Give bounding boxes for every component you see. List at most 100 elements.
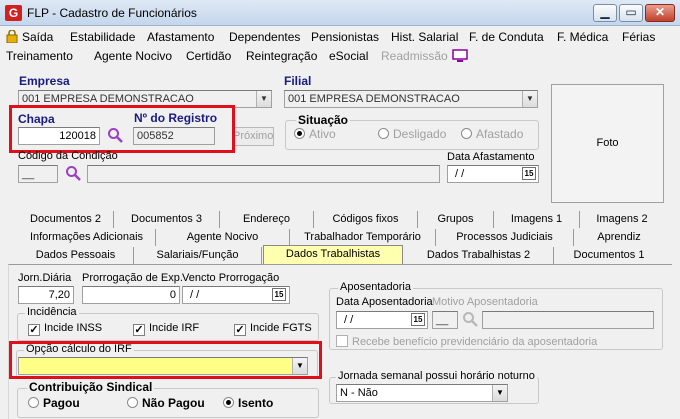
irf-highlight-box — [9, 341, 322, 379]
radio-isento[interactable]: Isento — [223, 396, 273, 410]
menu-pensionistas[interactable]: Pensionistas — [311, 30, 379, 44]
tab-documentos-3[interactable]: Documentos 3 — [114, 211, 220, 228]
menu-f-medica[interactable]: F. Médica — [557, 30, 608, 44]
radio-afastado[interactable]: Afastado — [461, 127, 523, 141]
close-button[interactable]: ✕ — [645, 4, 675, 22]
tab-imagens-2[interactable]: Imagens 2 — [580, 211, 664, 228]
vencto-value: / / — [190, 289, 200, 301]
chevron-down-icon[interactable]: ▼ — [522, 91, 537, 107]
menu-estabilidade[interactable]: Estabilidade — [70, 30, 135, 44]
menu-dependentes[interactable]: Dependentes — [229, 30, 300, 44]
menu-esocial[interactable]: eSocial — [329, 49, 368, 63]
vencto-label: Vencto Prorrogação — [182, 272, 280, 284]
radio-dot — [127, 397, 138, 408]
check-icon: ✓ — [234, 324, 246, 336]
jornada-input[interactable]: 7,20 — [18, 286, 74, 304]
tab-dados-trabalhistas[interactable]: Dados Trabalhistas — [263, 245, 403, 264]
situacao-label: Situação — [296, 113, 351, 127]
noturno-value: N - Não — [340, 387, 378, 399]
sindical-label: Contribuição Sindical — [27, 380, 155, 394]
proximo-button[interactable]: Próximo — [232, 127, 274, 146]
motivo-code-input[interactable]: __ — [432, 311, 458, 329]
search-icon[interactable] — [462, 311, 478, 327]
data-aposentadoria-value: / / — [344, 314, 354, 326]
photo-label: Foto — [596, 137, 619, 149]
tab-imagens-1[interactable]: Imagens 1 — [494, 211, 580, 228]
tab-salariais-funcao[interactable]: Salariais/Função — [134, 247, 262, 264]
radio-dot — [294, 128, 305, 139]
checkbox-incide-inss[interactable]: ✓ Incide INSS — [28, 322, 102, 336]
condicao-code-input[interactable]: __ — [18, 165, 58, 183]
menu-f-conduta[interactable]: F. de Conduta — [469, 30, 544, 44]
radio-ativo[interactable]: Ativo — [294, 127, 336, 141]
radio-desligado[interactable]: Desligado — [378, 127, 446, 141]
data-aposentadoria-input[interactable]: / / 15 — [336, 311, 428, 329]
filial-label: Filial — [284, 74, 312, 88]
menu-treinamento[interactable]: Treinamento — [6, 49, 73, 63]
title-bar: G FLP - Cadastro de Funcionários ▁ ▭ ✕ — [0, 0, 680, 26]
radio-dot — [28, 397, 39, 408]
photo-box[interactable]: Foto — [551, 84, 664, 203]
condicao-description — [87, 165, 440, 183]
jornada-label: Jorn.Diária — [18, 272, 72, 284]
tab-grupos[interactable]: Grupos — [418, 211, 494, 228]
tab-documentos-1[interactable]: Documentos 1 — [554, 247, 664, 264]
radio-dot — [223, 397, 234, 408]
menu-hist-salarial[interactable]: Hist. Salarial — [391, 30, 458, 44]
menu-readmissao[interactable]: Readmissão — [381, 49, 448, 63]
tab-endereco[interactable]: Endereço — [220, 211, 314, 228]
menu-saida[interactable]: Saída — [22, 30, 53, 44]
checkbox-incide-irf[interactable]: ✓ Incide IRF — [133, 322, 199, 336]
chevron-down-icon[interactable]: ▼ — [492, 385, 507, 401]
prorrogacao-input[interactable]: 0 — [82, 286, 180, 304]
search-icon[interactable] — [65, 165, 81, 181]
afastamento-input[interactable]: / / 15 — [447, 165, 539, 183]
condicao-label: Código da Condição — [18, 150, 118, 162]
aposentadoria-label: Aposentadoria — [338, 281, 413, 293]
minimize-button[interactable]: ▁ — [593, 4, 617, 22]
tab-informacoes-adicionais[interactable]: Informações Adicionais — [18, 229, 156, 246]
window-title: FLP - Cadastro de Funcionários — [27, 6, 197, 20]
tab-dados-trabalhistas-2[interactable]: Dados Trabalhistas 2 — [404, 247, 554, 264]
vencto-input[interactable]: / / 15 — [182, 286, 290, 304]
afastamento-value: / / — [455, 168, 465, 180]
maximize-button[interactable]: ▭ — [619, 4, 643, 22]
checkbox-recebe-beneficio[interactable]: Recebe benefício previdenciário da apose… — [336, 335, 597, 348]
incidencia-label: Incidência — [25, 306, 79, 318]
noturno-combo[interactable]: N - Não ▼ — [336, 384, 508, 402]
calendar-icon[interactable]: 15 — [272, 288, 286, 301]
tab-agente-nocivo[interactable]: Agente Nocivo — [156, 229, 290, 246]
lock-icon — [6, 29, 18, 44]
radio-pagou[interactable]: Pagou — [28, 396, 80, 410]
radio-nao-pagou[interactable]: Não Pagou — [127, 396, 205, 410]
tab-documentos-2[interactable]: Documentos 2 — [18, 211, 114, 228]
checkbox-incide-fgts[interactable]: ✓ Incide FGTS — [234, 322, 312, 336]
calendar-icon[interactable]: 15 — [411, 313, 425, 326]
chevron-down-icon[interactable]: ▼ — [256, 91, 271, 107]
data-aposentadoria-label: Data Aposentadoria — [336, 296, 433, 308]
empresa-value: 001 EMPRESA DEMONSTRACAO — [22, 93, 194, 105]
app-g-icon: G — [5, 5, 22, 21]
calendar-icon[interactable]: 15 — [522, 167, 536, 180]
chapa-highlight-box — [9, 105, 235, 153]
check-icon: ✓ — [28, 324, 40, 336]
tab-processos-judiciais[interactable]: Processos Judiciais — [436, 229, 574, 246]
tab-dados-pessoais[interactable]: Dados Pessoais — [18, 247, 134, 264]
radio-dot — [378, 128, 389, 139]
motivo-description — [482, 311, 654, 329]
check-icon: ✓ — [133, 324, 145, 336]
tab-trabalhador-temporario[interactable]: Trabalhador Temporário — [290, 229, 436, 246]
menu-agente-nocivo[interactable]: Agente Nocivo — [94, 49, 172, 63]
noturno-label: Jornada semanal possui horário noturno — [336, 370, 537, 382]
filial-combo[interactable]: 001 EMPRESA DEMONSTRACAO ▼ — [284, 90, 538, 108]
menu-reintegracao[interactable]: Reintegração — [246, 49, 317, 63]
menu-ferias[interactable]: Férias — [622, 30, 655, 44]
monitor-icon[interactable] — [452, 49, 468, 63]
menu-afastamento[interactable]: Afastamento — [147, 30, 214, 44]
tab-codigos-fixos[interactable]: Códigos fixos — [314, 211, 418, 228]
tab-aprendiz[interactable]: Aprendiz — [574, 229, 664, 246]
menu-certidao[interactable]: Certidão — [186, 49, 231, 63]
empresa-label: Empresa — [19, 74, 70, 88]
motivo-aposentadoria-label: Motivo Aposentadoria — [432, 296, 538, 308]
filial-value: 001 EMPRESA DEMONSTRACAO — [288, 93, 460, 105]
